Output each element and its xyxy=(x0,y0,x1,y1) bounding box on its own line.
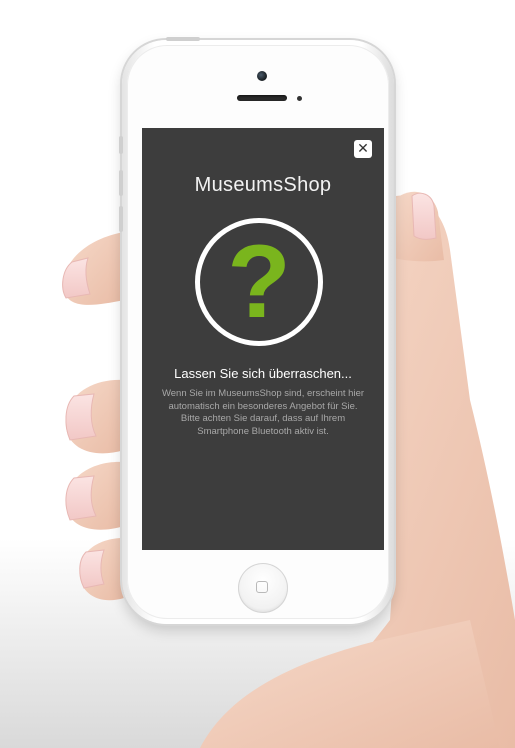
close-button[interactable]: ✕ xyxy=(354,140,372,158)
info-text: Wenn Sie im MuseumsShop sind, erscheint … xyxy=(161,388,365,437)
close-icon: ✕ xyxy=(357,141,369,157)
home-button[interactable] xyxy=(238,563,288,613)
app-screen: ✕ MuseumsShop ? Lassen Sie sich überrasc… xyxy=(142,128,384,550)
headline: Lassen Sie sich überraschen... xyxy=(174,366,352,381)
power-button xyxy=(166,37,200,41)
volume-down-button xyxy=(119,206,123,232)
proximity-sensor xyxy=(297,96,302,101)
earpiece-speaker xyxy=(237,95,287,101)
question-mark-icon: ? xyxy=(227,224,291,340)
front-camera-icon xyxy=(257,71,267,81)
home-icon xyxy=(256,581,268,593)
app-title: MuseumsShop xyxy=(194,174,332,196)
question-circle: ? xyxy=(195,218,323,346)
phone-front: ✕ MuseumsShop ? Lassen Sie sich überrasc… xyxy=(127,45,389,619)
mute-switch xyxy=(119,136,123,154)
phone-device: ✕ MuseumsShop ? Lassen Sie sich überrasc… xyxy=(119,37,394,624)
volume-up-button xyxy=(119,170,123,196)
